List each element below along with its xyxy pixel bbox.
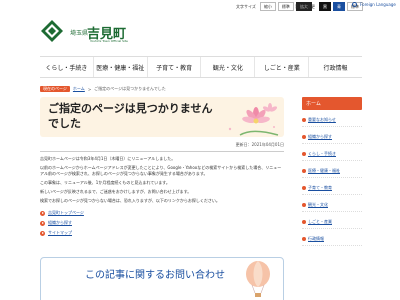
text-size-small-button[interactable]: 縮小 (259, 2, 276, 11)
body-paragraph: 吉見町ホームページは令和3年4月1日（木曜日）にリニューアルしました。 (40, 156, 176, 161)
bullet-icon (302, 203, 306, 207)
nav-label: しごと・産業 (263, 64, 300, 72)
breadcrumb-separator: > (87, 86, 92, 92)
sidebar-item-health[interactable]: 医療・健康・福祉 (302, 165, 362, 178)
nav-label: 行政情報 (323, 64, 348, 72)
link-label: 吉見町トップページ (48, 210, 84, 215)
body-paragraph: この事象は、リニューアル後、1か月程度続くものと見込まれています。 (40, 180, 170, 185)
sidebar-item-living[interactable]: くらし・手続き (302, 148, 362, 161)
link-list: 吉見町トップページ 組織から探す サイトマップ (40, 210, 284, 236)
text-size-label: 文字サイズ (236, 3, 256, 9)
nav-item-childcare[interactable]: 子育て・教育 (148, 57, 202, 77)
sidebar-item-label: 行政情報 (308, 236, 324, 241)
flower-illustration-icon (228, 103, 279, 136)
sidebar-item-admin[interactable]: 行政情報 (302, 233, 362, 246)
bullet-icon (302, 152, 306, 156)
sidebar-item-label: しごと・産業 (308, 219, 332, 224)
contact-title: この記事に関するお問い合わせ (85, 270, 225, 281)
current-page-tag: 現在のページ (40, 86, 70, 92)
bullet-icon (302, 220, 306, 224)
globe-icon (352, 2, 357, 7)
arrow-right-icon (40, 210, 45, 216)
bg-color-label: 背景色変更 (295, 3, 315, 9)
foreign-language-label: Foreign Language (360, 2, 396, 7)
sidebar-item-childcare[interactable]: 子育て・教育 (302, 182, 362, 195)
bullet-icon (302, 135, 306, 139)
bg-color-blue-button[interactable]: 青 (333, 2, 345, 11)
nav-label: 子育て・教育 (156, 64, 193, 72)
sidebar: ホーム 重要なお知らせ 組織から探す くらし・手続き 医療・健康・福祉 子育て・… (302, 97, 362, 246)
global-nav: くらし・手続き 医療・健康・福祉 子育て・教育 観光・文化 しごと・産業 行政情… (40, 56, 362, 78)
sidebar-item-label: 観光・文化 (308, 202, 328, 207)
sidebar-item-organization[interactable]: 組織から探す (302, 131, 362, 144)
link-label: サイトマップ (48, 230, 72, 235)
nav-item-health[interactable]: 医療・健康・福祉 (94, 57, 148, 77)
nav-label: 医療・健康・福祉 (96, 64, 145, 72)
body-paragraph: 以前のホームページからホームページアドレスが変更したことにより、Google・Y… (40, 165, 282, 176)
top-page-link[interactable]: 吉見町トップページ (40, 210, 284, 216)
site-header: 埼玉県 吉見町 Yoshimi Town Official Site (0, 14, 400, 56)
sidebar-item-important-notices[interactable]: 重要なお知らせ (302, 114, 362, 127)
sidebar-item-label: くらし・手続き (308, 151, 336, 156)
page-title: ご指定のページは見つかりませんでした (48, 102, 213, 130)
bullet-icon (302, 118, 306, 122)
hot-air-balloon-icon (246, 261, 270, 297)
sidebar-item-work[interactable]: しごと・産業 (302, 216, 362, 229)
town-emblem-icon[interactable] (40, 19, 64, 43)
arrow-right-icon (40, 220, 45, 226)
contact-section: この記事に関するお問い合わせ (40, 257, 284, 300)
bullet-icon (302, 186, 306, 190)
body-paragraph: 検索でお探しのページが見つからない場合は、恐れ入りますが、以下のリンクからお探し… (40, 198, 220, 203)
nav-item-tourism[interactable]: 観光・文化 (201, 57, 256, 77)
page-title-box: ご指定のページは見つかりませんでした (40, 97, 284, 137)
body-paragraph: 新しいページが反映されるまで、ご迷惑をおかけしますが、お問い合わせ上げます。 (40, 189, 192, 194)
breadcrumb: 現在のページ ホーム > ご指定のページは見つかりませんでした (40, 85, 166, 93)
breadcrumb-home-link[interactable]: ホーム (73, 86, 85, 92)
nav-item-admin[interactable]: 行政情報 (309, 57, 362, 77)
sidebar-item-tourism[interactable]: 観光・文化 (302, 199, 362, 212)
divider (40, 151, 284, 152)
breadcrumb-current: ご指定のページは見つかりませんでした (94, 86, 166, 91)
foreign-language-link[interactable]: Foreign Language (352, 2, 396, 7)
bullet-icon (302, 237, 306, 241)
arrow-right-icon (40, 230, 45, 236)
sidebar-item-label: 子育て・教育 (308, 185, 332, 190)
nav-label: 観光・文化 (212, 64, 243, 72)
prefecture-label: 埼玉県 (70, 30, 89, 37)
nav-item-living[interactable]: くらし・手続き (40, 57, 94, 77)
nav-item-work[interactable]: しごと・産業 (255, 57, 310, 77)
update-date: 更新日：2021年04月01日 (235, 142, 284, 147)
sidebar-home-heading[interactable]: ホーム (302, 97, 362, 110)
sidebar-item-label: 重要なお知らせ (308, 117, 336, 122)
utility-bar: 文字サイズ 縮小 標準 拡大 背景色変更 黒 青 標準 Foreign Lang… (0, 0, 400, 14)
organization-link[interactable]: 組織から探す (40, 220, 284, 226)
sidebar-item-label: 医療・健康・福祉 (308, 168, 340, 173)
sidebar-item-label: 組織から探す (308, 134, 332, 139)
link-label: 組織から探す (48, 220, 72, 225)
main-content: ご指定のページは見つかりませんでした 更新日：2021年04月01日 吉見町ホー… (40, 97, 284, 240)
text-size-standard-button[interactable]: 標準 (277, 2, 294, 11)
nav-label: くらし・手続き (45, 64, 88, 72)
site-english-name: Yoshimi Town Official Site (90, 39, 128, 43)
bg-color-black-button[interactable]: 黒 (319, 2, 331, 11)
bullet-icon (302, 169, 306, 173)
sitemap-link[interactable]: サイトマップ (40, 230, 284, 236)
